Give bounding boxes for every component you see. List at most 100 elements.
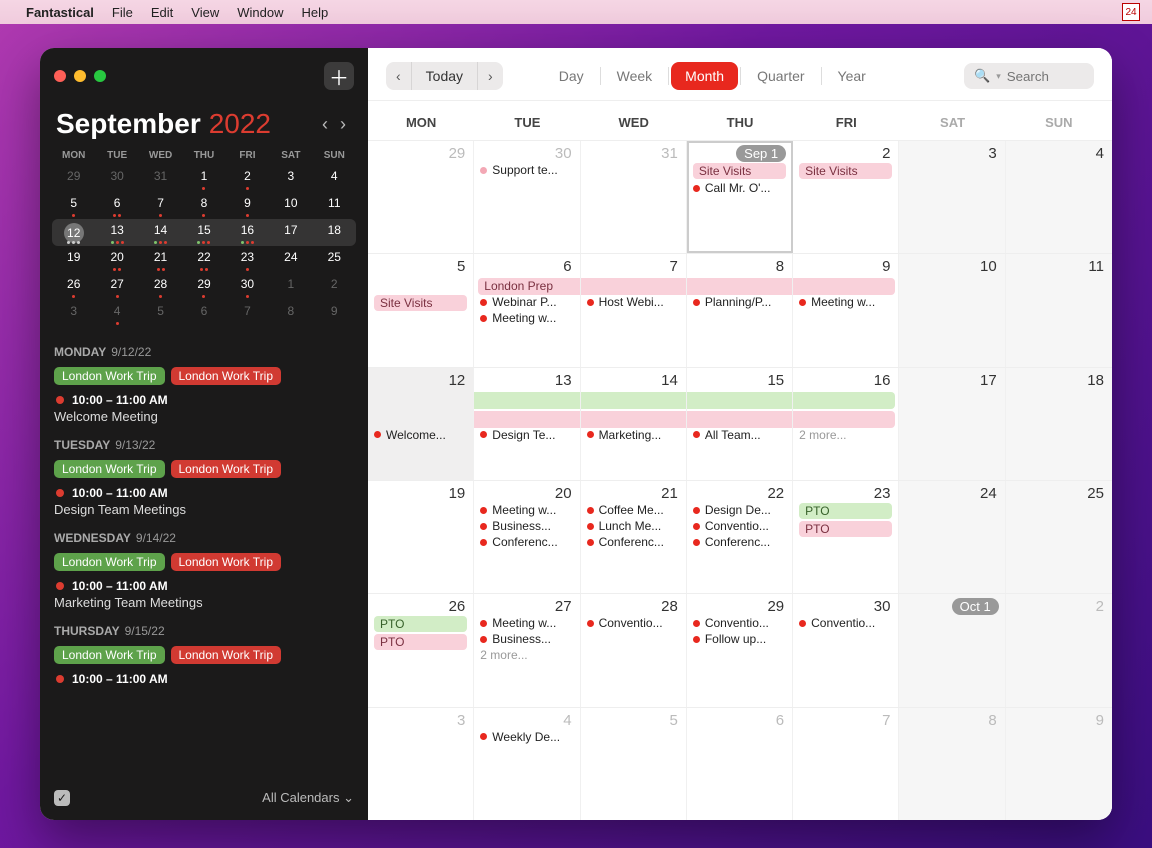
all-day-event[interactable]: Site Visits <box>799 163 892 179</box>
mini-day[interactable]: 16 <box>226 219 269 246</box>
mini-day[interactable]: 7 <box>139 192 182 219</box>
minimize-icon[interactable] <box>74 70 86 82</box>
agenda-trip-pill[interactable]: London Work Trip <box>54 646 165 664</box>
day-cell[interactable]: 9 <box>1006 708 1112 820</box>
day-cell[interactable]: 19 <box>368 481 474 593</box>
mini-day[interactable]: 26 <box>52 273 95 300</box>
mini-day[interactable]: 6 <box>182 300 225 327</box>
day-cell[interactable]: 29Conventio...Follow up... <box>687 594 793 706</box>
day-cell[interactable]: Sep 1Site VisitsCall Mr. O'... <box>687 141 793 253</box>
mini-day[interactable]: 30 <box>95 165 138 192</box>
more-events-link[interactable]: 2 more... <box>480 648 573 662</box>
mini-day[interactable]: 4 <box>95 300 138 327</box>
more-events-link[interactable]: 2 more... <box>799 428 892 442</box>
mini-day[interactable]: 3 <box>52 300 95 327</box>
calendar-event[interactable]: Design Te... <box>480 428 573 442</box>
mini-day[interactable]: 31 <box>139 165 182 192</box>
mini-day[interactable]: 24 <box>269 246 312 273</box>
calendar-event[interactable]: All Team... <box>693 428 786 442</box>
agenda-trip-pill[interactable]: London Work Trip <box>171 460 282 478</box>
prev-button[interactable]: ‹ <box>386 62 411 90</box>
day-cell[interactable]: 4Weekly De... <box>474 708 580 820</box>
agenda-trip-pill[interactable]: London Work Trip <box>54 553 165 571</box>
day-cell[interactable]: 12Welcome... <box>368 368 474 480</box>
mini-day[interactable]: 4 <box>313 165 356 192</box>
agenda-trip-pill[interactable]: London Work Trip <box>171 553 282 571</box>
close-icon[interactable] <box>54 70 66 82</box>
day-cell[interactable]: 23PTOPTO <box>793 481 899 593</box>
day-cell[interactable]: 29 <box>368 141 474 253</box>
day-cell[interactable]: 31 <box>581 141 687 253</box>
mini-day[interactable]: 8 <box>269 300 312 327</box>
menu-edit[interactable]: Edit <box>151 5 173 20</box>
menubar-calendar-icon[interactable]: 24 <box>1122 3 1140 21</box>
calendar-event[interactable]: Weekly De... <box>480 730 573 744</box>
day-cell[interactable]: 8 <box>899 708 1005 820</box>
next-month-button[interactable]: › <box>334 114 352 135</box>
mini-day[interactable]: 13 <box>95 219 138 246</box>
all-day-event[interactable]: Site Visits <box>374 295 467 311</box>
mini-day[interactable]: 29 <box>182 273 225 300</box>
view-day[interactable]: Day <box>545 62 598 90</box>
calendar-event[interactable]: Host Webi... <box>587 295 680 309</box>
menu-file[interactable]: File <box>112 5 133 20</box>
menu-help[interactable]: Help <box>301 5 328 20</box>
mini-day[interactable]: 15 <box>182 219 225 246</box>
day-cell[interactable]: 6 <box>687 708 793 820</box>
mini-day[interactable]: 18 <box>313 219 356 246</box>
view-year[interactable]: Year <box>824 62 880 90</box>
calendar-event[interactable]: Conferenc... <box>587 535 680 549</box>
calendars-dropdown[interactable]: All Calendars ⌄ <box>262 790 354 806</box>
calendar-event[interactable]: Marketing... <box>587 428 680 442</box>
menu-view[interactable]: View <box>191 5 219 20</box>
mini-day[interactable]: 14 <box>139 219 182 246</box>
day-cell[interactable]: 20Meeting w...Business...Conferenc... <box>474 481 580 593</box>
agenda-event[interactable]: 10:00 – 11:00 AM <box>54 670 354 688</box>
all-day-event[interactable]: Site Visits <box>693 163 786 179</box>
mini-day[interactable]: 30 <box>226 273 269 300</box>
mini-day[interactable]: 25 <box>313 246 356 273</box>
day-cell[interactable]: 3 <box>368 708 474 820</box>
calendar-event[interactable]: Meeting w... <box>480 616 573 630</box>
agenda-trip-pill[interactable]: London Work Trip <box>171 367 282 385</box>
menu-window[interactable]: Window <box>237 5 283 20</box>
mini-day[interactable]: 5 <box>139 300 182 327</box>
app-menu[interactable]: Fantastical <box>26 5 94 20</box>
all-day-event[interactable]: PTO <box>374 616 467 632</box>
day-cell[interactable]: 18 <box>1006 368 1112 480</box>
view-month[interactable]: Month <box>671 62 738 90</box>
mini-day[interactable]: 22 <box>182 246 225 273</box>
calendar-event[interactable]: Planning/P... <box>693 295 786 309</box>
calendar-event[interactable]: Webinar P... <box>480 295 573 309</box>
mini-day[interactable]: 10 <box>269 192 312 219</box>
calendar-event[interactable]: Lunch Me... <box>587 519 680 533</box>
calendar-event[interactable]: Conferenc... <box>693 535 786 549</box>
mini-day[interactable]: 11 <box>313 192 356 219</box>
day-cell[interactable]: 10 <box>899 254 1005 366</box>
day-cell[interactable]: 13Design Te... <box>474 368 580 480</box>
mini-day[interactable]: 21 <box>139 246 182 273</box>
calendar-event[interactable]: Meeting w... <box>799 295 892 309</box>
mini-day[interactable]: 1 <box>269 273 312 300</box>
calendar-event[interactable]: Welcome... <box>374 428 467 442</box>
day-cell[interactable]: 162 more... <box>793 368 899 480</box>
calendar-event[interactable]: Call Mr. O'... <box>693 181 786 195</box>
day-cell[interactable]: 27Meeting w...Business...2 more... <box>474 594 580 706</box>
day-cell[interactable]: 22Design De...Conventio...Conferenc... <box>687 481 793 593</box>
zoom-icon[interactable] <box>94 70 106 82</box>
mini-day[interactable]: 20 <box>95 246 138 273</box>
calendar-event[interactable]: Meeting w... <box>480 503 573 517</box>
day-cell[interactable]: 24 <box>899 481 1005 593</box>
day-cell[interactable]: 30Conventio... <box>793 594 899 706</box>
calendar-event[interactable]: Business... <box>480 519 573 533</box>
day-cell[interactable]: 30Support te... <box>474 141 580 253</box>
mini-day[interactable]: 8 <box>182 192 225 219</box>
agenda-trip-pill[interactable]: London Work Trip <box>54 367 165 385</box>
calendar-event[interactable]: Coffee Me... <box>587 503 680 517</box>
day-cell[interactable]: 4 <box>1006 141 1112 253</box>
mini-day[interactable]: 29 <box>52 165 95 192</box>
day-cell[interactable]: 14Marketing... <box>581 368 687 480</box>
day-cell[interactable]: 6Webinar P...Meeting w... <box>474 254 580 366</box>
mini-day[interactable]: 23 <box>226 246 269 273</box>
mini-day[interactable]: 17 <box>269 219 312 246</box>
